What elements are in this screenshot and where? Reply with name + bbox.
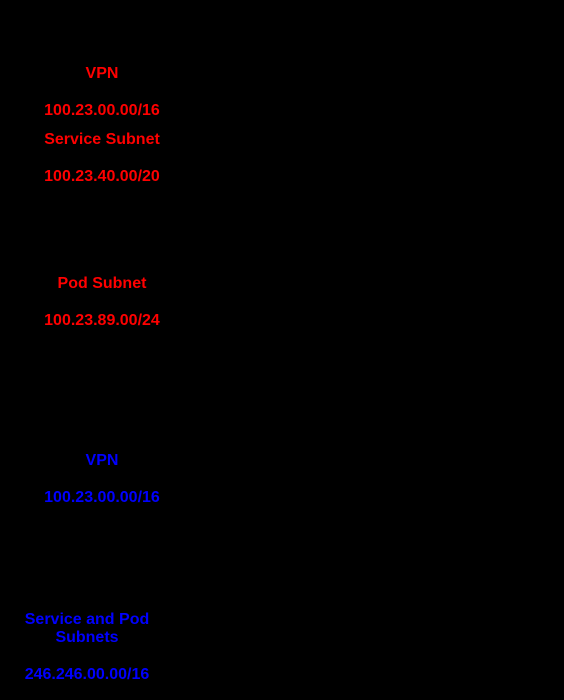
subnet-block-cidr: 100.23.40.00/20 (44, 167, 160, 185)
subnet-block-title: VPN (85, 451, 119, 469)
subnet-block-pod-subnet: Pod Subnet 100.23.89.00/24 (10, 256, 194, 349)
subnet-block-service-and-pod-subnets: Service and Pod Subnets 246.246.00.00/16 (0, 592, 179, 700)
subnet-block-title: Service Subnet (44, 130, 160, 148)
subnet-block-vpn-blue: VPN 100.23.00.00/16 (10, 433, 194, 526)
subnet-block-service-subnet: Service Subnet 100.23.40.00/20 (10, 112, 194, 205)
subnet-block-cidr: 100.23.00.00/16 (44, 488, 160, 506)
subnet-block-cidr: 246.246.00.00/16 (24, 666, 150, 684)
subnet-block-cidr: 100.23.89.00/24 (44, 311, 160, 329)
diagram-canvas: VPN 100.23.00.00/16 Service Subnet 100.2… (0, 0, 564, 700)
subnet-block-title: Service and Pod Subnets (24, 610, 150, 647)
subnet-block-title: VPN (85, 64, 119, 82)
subnet-block-title: Pod Subnet (57, 274, 147, 292)
